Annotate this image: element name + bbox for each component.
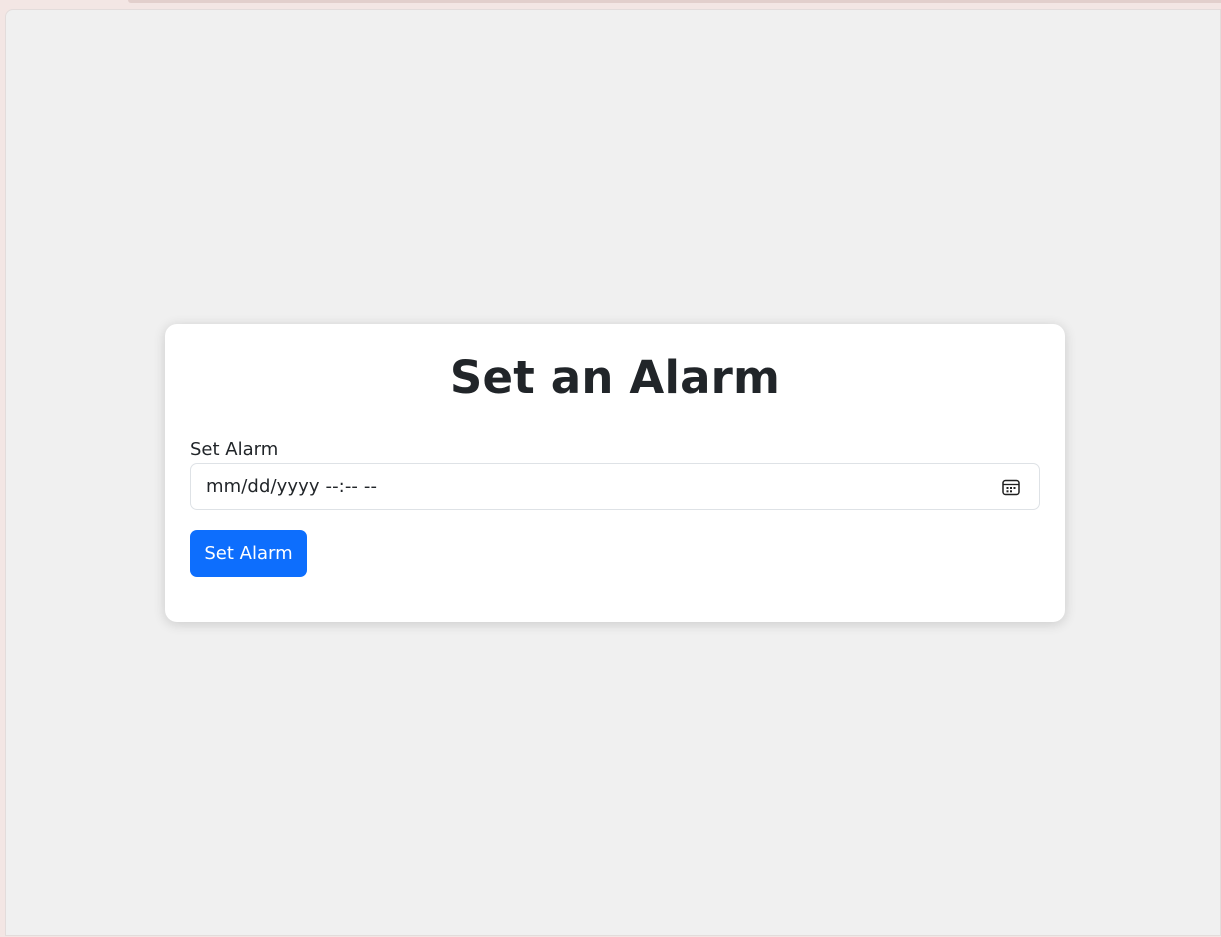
- alarm-card: Set an Alarm Set Alarm mm/dd/yyyy --:-- …: [165, 324, 1065, 622]
- calendar-icon[interactable]: [1001, 477, 1021, 497]
- datetime-placeholder: mm/dd/yyyy --:-- --: [206, 476, 378, 497]
- set-alarm-button[interactable]: Set Alarm: [190, 530, 307, 577]
- page-title: Set an Alarm: [449, 351, 781, 404]
- alarm-field-label: Set Alarm: [190, 439, 279, 460]
- browser-top-edge: [128, 0, 1221, 3]
- alarm-datetime-input[interactable]: mm/dd/yyyy --:-- --: [190, 463, 1040, 510]
- app-window: Set an Alarm Set Alarm mm/dd/yyyy --:-- …: [5, 9, 1221, 936]
